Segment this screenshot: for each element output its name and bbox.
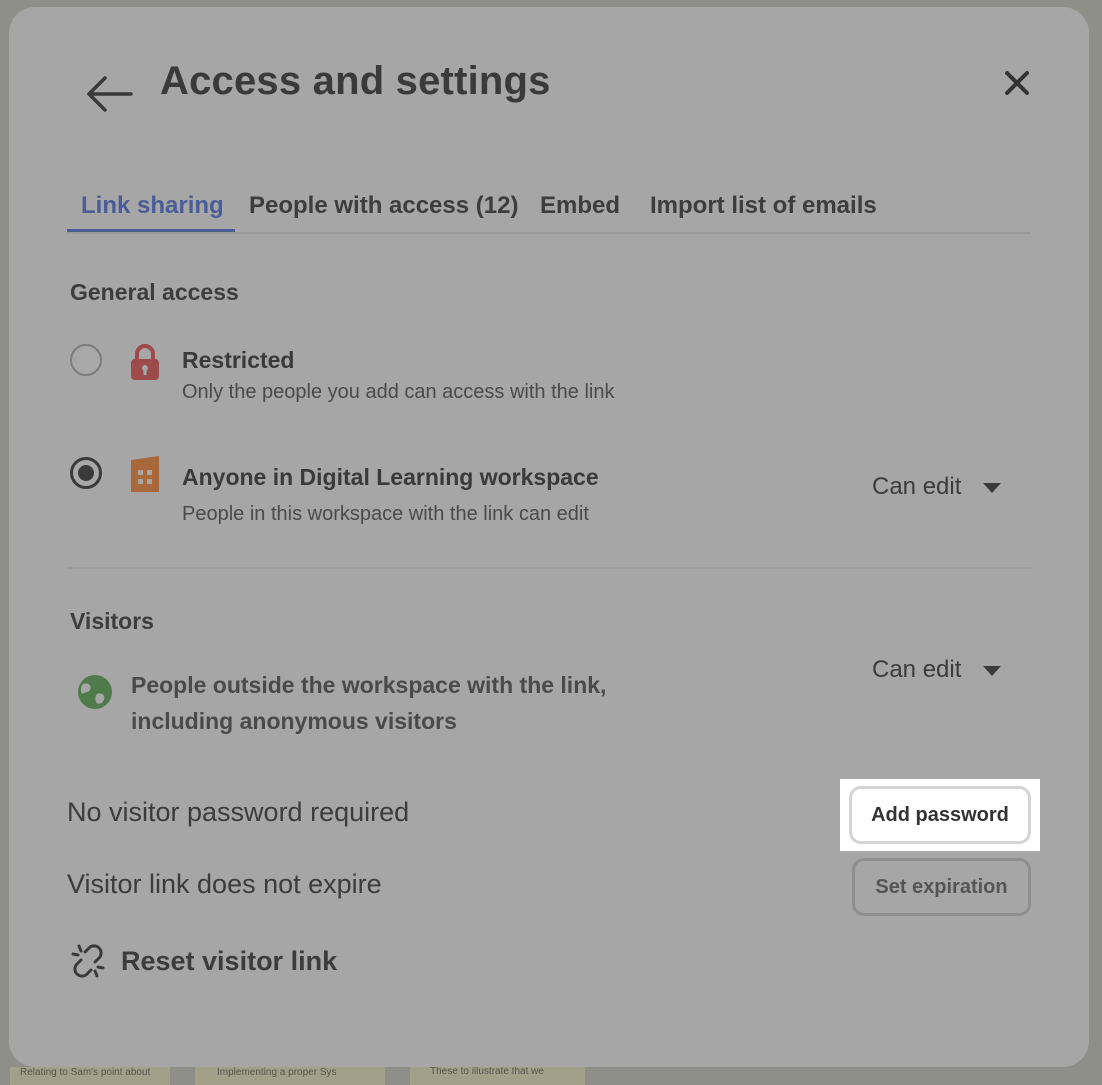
close-button[interactable] xyxy=(997,63,1037,103)
tab-bar: Link sharing People with access (12) Emb… xyxy=(67,192,1031,234)
globe-icon xyxy=(78,675,112,709)
workspace-title: Anyone in Digital Learning workspace xyxy=(182,464,599,490)
back-button[interactable] xyxy=(81,69,141,119)
tab-embed[interactable]: Embed xyxy=(540,192,620,220)
tab-import-emails[interactable]: Import list of emails xyxy=(650,192,877,220)
close-icon xyxy=(1005,71,1029,95)
restricted-title: Restricted xyxy=(182,347,295,373)
dialog-title: Access and settings xyxy=(160,59,551,103)
radio-workspace[interactable] xyxy=(70,457,102,489)
visitors-description: People outside the workspace with the li… xyxy=(131,672,607,734)
set-expiration-button[interactable]: Set expiration xyxy=(852,858,1031,916)
visitors-permission-dropdown[interactable]: Can edit xyxy=(872,656,1002,684)
board-note-text: Relating to Sam's point about xyxy=(20,1067,151,1078)
visitors-heading: Visitors xyxy=(70,608,154,634)
chevron-down-icon xyxy=(983,665,1002,676)
reset-visitor-link-label: Reset visitor link xyxy=(121,945,338,976)
chevron-down-icon xyxy=(983,482,1002,493)
expiration-status: Visitor link does not expire xyxy=(67,869,382,899)
add-password-button[interactable]: Add password xyxy=(849,786,1031,844)
workspace-permission-value: Can edit xyxy=(872,473,962,500)
board-note-text: Implementing a proper Sys xyxy=(217,1067,337,1078)
general-access-heading: General access xyxy=(70,279,239,305)
tab-people-with-access[interactable]: People with access (12) xyxy=(249,192,518,220)
password-status: No visitor password required xyxy=(67,797,410,827)
section-divider xyxy=(67,567,1031,569)
building-icon xyxy=(131,456,159,492)
access-settings-dialog: Access and settings Link sharing People … xyxy=(9,7,1089,1067)
lock-icon xyxy=(131,344,159,380)
active-tab-indicator xyxy=(67,229,235,232)
visitors-permission-value: Can edit xyxy=(872,656,962,683)
reset-visitor-link-button[interactable]: Reset visitor link xyxy=(69,942,337,980)
tab-link-sharing[interactable]: Link sharing xyxy=(81,192,224,220)
workspace-permission-dropdown[interactable]: Can edit xyxy=(872,473,1002,501)
arrow-left-icon xyxy=(87,76,133,112)
radio-restricted[interactable] xyxy=(70,344,102,376)
broken-link-icon xyxy=(71,944,105,978)
board-note-text: These to illustrate that we xyxy=(430,1066,544,1077)
restricted-subtitle: Only the people you add can access with … xyxy=(182,381,615,403)
workspace-subtitle: People in this workspace with the link c… xyxy=(182,503,589,525)
